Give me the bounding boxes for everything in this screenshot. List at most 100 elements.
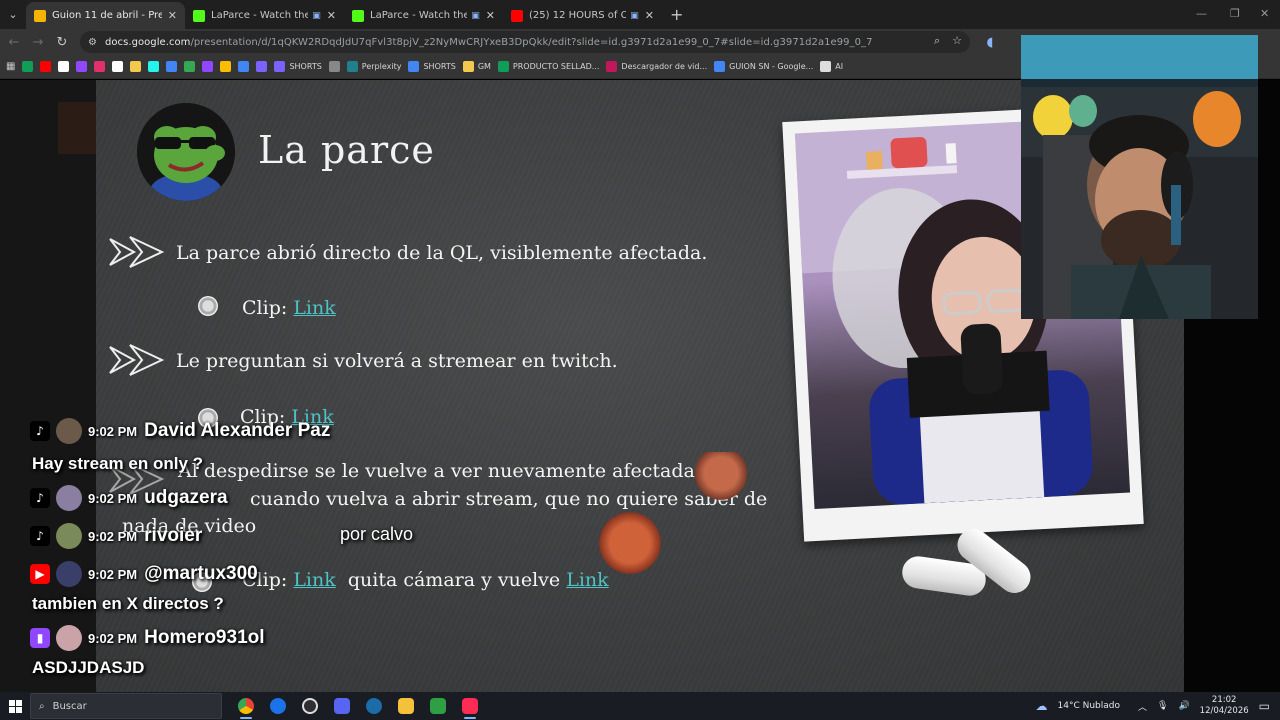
bookmark-item[interactable] (112, 61, 124, 72)
new-tab-icon[interactable]: + (670, 5, 683, 24)
bookmark-item[interactable]: Perplexity (346, 61, 402, 72)
tab-close-icon[interactable]: ✕ (486, 9, 495, 22)
user-avatar (56, 418, 82, 444)
browser-tab-strip: ⌄ Guion 11 de abril - Presentación✕LaPar… (0, 0, 1280, 29)
browser-tab[interactable]: Guion 11 de abril - Presentación ✕ (26, 2, 185, 29)
screen: ⌄ Guion 11 de abril - Presentación✕LaPar… (0, 0, 1280, 720)
address-bar[interactable]: ⚙ docs.google.com/presentation/d/1qQKW2R… (80, 31, 970, 53)
bookmark-label: PRODUCTO SELLAD... (512, 62, 600, 71)
bookmark-star-icon[interactable]: ☆ (952, 34, 962, 48)
clip-link-1[interactable]: Link (293, 297, 335, 319)
taskbar-explorer-icon[interactable] (390, 692, 422, 720)
reload-icon[interactable]: ↻ (50, 35, 74, 50)
bookmark-item[interactable]: AI (820, 61, 843, 72)
clock-date: 12/04/2026 (1199, 706, 1249, 716)
clip-label: Clip: (242, 297, 288, 319)
tab-close-icon[interactable]: ✕ (645, 9, 654, 22)
tab-close-icon[interactable]: ✕ (168, 9, 177, 22)
back-icon[interactable]: ← (2, 35, 26, 50)
bookmark-item[interactable] (58, 61, 70, 72)
clip-link-3a[interactable]: Link (293, 569, 335, 591)
webcam-overlay (1021, 35, 1258, 319)
close-window-icon[interactable]: ✕ (1260, 7, 1269, 20)
minimize-icon[interactable]: — (1196, 7, 1207, 20)
pepe-avatar-icon (137, 103, 235, 201)
microphone-icon[interactable]: 🎙 (1157, 701, 1168, 711)
bookmark-item[interactable] (76, 61, 88, 72)
clip-link-3b[interactable]: Link (566, 569, 608, 591)
bookmark-item[interactable] (40, 61, 52, 72)
sub-bullet-icon (198, 296, 218, 316)
bookmark-item[interactable] (130, 61, 142, 72)
chat-username: @martux300 (144, 563, 258, 584)
bookmark-favicon-icon (497, 61, 509, 72)
bookmark-item[interactable] (184, 61, 196, 72)
bookmark-label: GM (477, 62, 491, 71)
chat-message-text: Hay stream en only ? (32, 454, 204, 473)
bookmark-favicon-icon (408, 61, 420, 72)
tab-title: LaParce - Watch the VOD on Kick (370, 10, 468, 21)
search-icon: ⌕ (39, 700, 45, 712)
chat-username: udgazera (144, 487, 228, 508)
bookmark-item[interactable] (238, 61, 250, 72)
bookmark-label: Perplexity (361, 62, 402, 71)
arrow-bullet-icon (109, 344, 164, 376)
forward-icon[interactable]: → (26, 35, 50, 50)
bookmark-label: SHORTS (289, 62, 322, 71)
extension-icon[interactable]: ◖ (978, 35, 1002, 50)
tab-list: Guion 11 de abril - Presentación✕LaParce… (26, 0, 662, 29)
apps-grid-icon[interactable]: ▦ (6, 61, 15, 72)
bookmark-item[interactable]: SHORTS (274, 61, 322, 72)
chat-timestamp: 9:02 PM (88, 630, 138, 646)
bullet-text-3b: cuando vuelva a abrir stream, que no qui… (250, 488, 768, 510)
bookmark-item[interactable] (148, 61, 160, 72)
bookmark-label: Descargador de vid... (621, 62, 708, 71)
tray-chevron-icon[interactable]: ︿ (1138, 700, 1147, 713)
browser-tab[interactable]: LaParce - Watch the VOD on Kick▣ ✕ (185, 2, 344, 29)
clock[interactable]: 21:02 12/04/2026 (1200, 695, 1249, 717)
notification-icon[interactable]: ▭ (1259, 699, 1270, 713)
bookmark-item[interactable] (22, 61, 34, 72)
bookmark-item[interactable] (202, 61, 214, 72)
taskbar-steam-icon[interactable] (358, 692, 390, 720)
taskbar-chrome-icon[interactable] (230, 692, 262, 720)
weather-text[interactable]: 14°C Nublado (1058, 701, 1120, 711)
site-info-icon[interactable]: ⚙ (88, 37, 97, 48)
volume-icon[interactable]: 🔊 (1178, 701, 1189, 711)
taskbar-tiktok-icon[interactable] (454, 692, 486, 720)
bookmark-favicon-icon (58, 61, 70, 72)
bookmark-favicon-icon (94, 61, 106, 72)
taskbar-obs-icon[interactable] (294, 692, 326, 720)
bookmark-item[interactable]: GM (462, 61, 491, 72)
chat-message-header: ♪ 9:02 PM rivoier (30, 523, 202, 549)
bookmark-favicon-icon (22, 61, 34, 72)
browser-tab[interactable]: LaParce - Watch the VOD on Kick▣ ✕ (344, 2, 503, 29)
bookmark-item[interactable]: Descargador de vid... (606, 61, 707, 72)
bookmark-favicon-icon (256, 61, 268, 72)
bookmark-item[interactable]: GUION SN - Google... (714, 61, 813, 72)
taskbar-app-icon[interactable] (422, 692, 454, 720)
bookmark-item[interactable]: SHORTS (408, 61, 456, 72)
bookmark-item[interactable] (328, 61, 340, 72)
bookmark-label: GUION SN - Google... (729, 62, 814, 71)
bookmark-favicon-icon (220, 61, 232, 72)
bookmark-item[interactable] (166, 61, 178, 72)
tab-search-icon[interactable]: ⌄ (0, 0, 26, 29)
bookmark-item[interactable] (94, 61, 106, 72)
taskbar-edge-icon[interactable] (262, 692, 294, 720)
bookmark-item[interactable] (220, 61, 232, 72)
bookmark-item[interactable]: PRODUCTO SELLAD... (497, 61, 600, 72)
tab-close-icon[interactable]: ✕ (327, 9, 336, 22)
bullet-text-3: Al despedirse se le vuelve a ver nuevame… (178, 460, 748, 482)
windows-start-icon[interactable] (0, 692, 30, 720)
bookmark-item[interactable] (256, 61, 268, 72)
bookmark-favicon-icon (714, 61, 726, 72)
chat-message-text: por calvo (340, 524, 414, 544)
taskbar-search-box[interactable]: ⌕ Buscar (30, 693, 222, 719)
restore-icon[interactable]: ❐ (1230, 7, 1240, 20)
bookmark-favicon-icon (166, 61, 178, 72)
browser-tab[interactable]: (25) 12 HOURS of OSRS music▣ ✕ (503, 2, 662, 29)
cloud-icon: ☁ (1035, 699, 1048, 713)
taskbar-discord-icon[interactable] (326, 692, 358, 720)
zoom-icon[interactable]: ⌕ (934, 34, 940, 48)
